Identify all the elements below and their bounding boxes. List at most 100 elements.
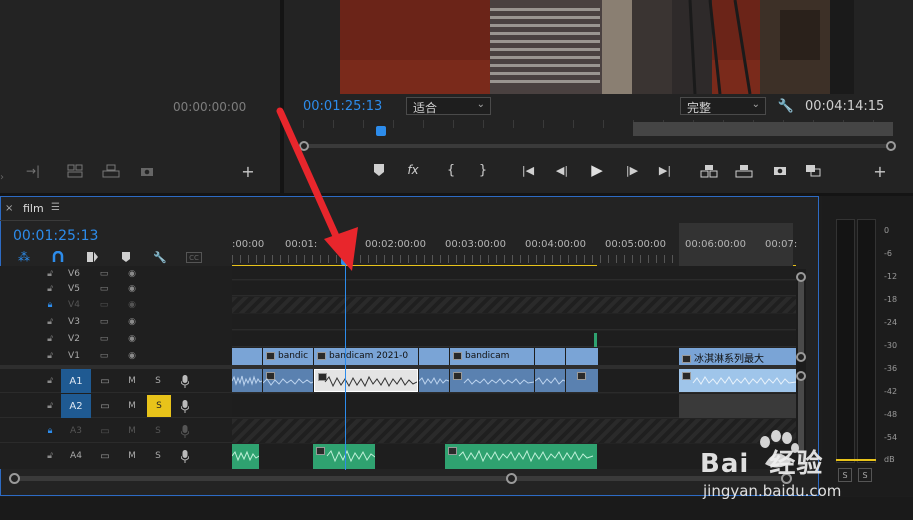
- marker-icon[interactable]: [372, 163, 386, 177]
- lock-icon[interactable]: 🔓︎: [44, 266, 56, 282]
- overwrite-icon[interactable]: [100, 162, 122, 180]
- nest-sequence-icon[interactable]: ⁂: [17, 250, 31, 264]
- scroll-handle-circle[interactable]: [796, 272, 806, 282]
- playhead-line[interactable]: [345, 256, 346, 470]
- lock-icon[interactable]: 🔓︎: [44, 331, 56, 347]
- solo-button[interactable]: S: [150, 374, 166, 388]
- video-lane-v2[interactable]: [232, 331, 796, 347]
- audio-clip[interactable]: [679, 369, 796, 392]
- toggle-sync-icon[interactable]: ▭: [96, 281, 112, 297]
- solo-button-active[interactable]: S: [147, 395, 171, 417]
- solo-button[interactable]: S: [150, 424, 166, 438]
- toggle-sync-icon[interactable]: ▭: [97, 424, 113, 438]
- program-mini-ruler[interactable]: [303, 120, 893, 138]
- audio-clip[interactable]: [419, 369, 449, 392]
- sequence-tab-name[interactable]: film: [23, 202, 44, 215]
- snap-magnet-icon[interactable]: [51, 250, 65, 264]
- video-clip[interactable]: 冰淇淋系列最大: [679, 348, 796, 365]
- eye-icon[interactable]: ◉: [124, 297, 140, 313]
- video-lane-v4-locked[interactable]: [232, 297, 796, 313]
- comparison-view-icon[interactable]: [803, 162, 823, 178]
- lock-icon[interactable]: 🔒︎: [44, 297, 56, 313]
- toggle-sync-icon[interactable]: ▭: [96, 331, 112, 347]
- video-clip[interactable]: [419, 348, 449, 365]
- toggle-sync-icon[interactable]: ▭: [96, 266, 112, 282]
- mini-playhead-icon[interactable]: [376, 126, 386, 136]
- video-lane-v1[interactable]: bandic bandicam 2021-0 bandicam 冰淇淋系列最大: [232, 348, 796, 365]
- insert-clip-icon[interactable]: [64, 162, 86, 180]
- scroll-handle-circle[interactable]: [796, 371, 806, 381]
- play-icon[interactable]: ▶: [588, 161, 606, 179]
- meter-solo-button[interactable]: S: [858, 468, 872, 482]
- lock-icon[interactable]: 🔓︎: [44, 374, 56, 388]
- add-button-icon[interactable]: +: [240, 162, 256, 181]
- video-clip[interactable]: [232, 348, 262, 365]
- audio-clip[interactable]: [232, 444, 259, 469]
- captions-icon[interactable]: CC: [186, 252, 202, 263]
- toggle-sync-icon[interactable]: ▭: [97, 449, 113, 463]
- audio-clip[interactable]: [450, 369, 534, 392]
- linked-selection-icon[interactable]: [85, 250, 99, 264]
- toggle-sync-icon[interactable]: ▭: [97, 374, 113, 388]
- video-clip[interactable]: bandic: [263, 348, 313, 365]
- video-clip[interactable]: bandicam 2021-0: [314, 348, 418, 365]
- solo-button[interactable]: S: [150, 449, 166, 463]
- audio-clip[interactable]: [566, 369, 598, 392]
- scroll-handle-circle[interactable]: [796, 352, 806, 362]
- mute-button[interactable]: M: [124, 399, 140, 413]
- toggle-sync-icon[interactable]: ▭: [96, 348, 112, 364]
- lock-icon[interactable]: 🔓︎: [44, 399, 56, 413]
- step-forward-icon[interactable]: |▶: [623, 162, 641, 178]
- timeline-settings-wrench-icon[interactable]: 🔧: [153, 250, 167, 264]
- timeline-timecode[interactable]: 00:01:25:13: [13, 228, 98, 244]
- source-patch-a2[interactable]: A2: [61, 394, 91, 418]
- toggle-sync-icon[interactable]: ▭: [96, 297, 112, 313]
- video-lane-v3[interactable]: [232, 314, 796, 330]
- mute-button[interactable]: M: [124, 424, 140, 438]
- camera-icon[interactable]: [138, 163, 156, 179]
- eye-icon[interactable]: ◉: [124, 281, 140, 297]
- audio-clip[interactable]: [445, 444, 597, 469]
- video-clip[interactable]: [566, 348, 598, 365]
- microphone-icon[interactable]: [178, 423, 192, 439]
- microphone-icon[interactable]: [178, 448, 192, 464]
- lock-icon[interactable]: 🔒︎: [44, 424, 56, 438]
- eye-icon[interactable]: ◉: [124, 266, 140, 282]
- eye-icon[interactable]: ◉: [124, 331, 140, 347]
- eye-icon[interactable]: ◉: [124, 314, 140, 330]
- mute-button[interactable]: M: [124, 449, 140, 463]
- lock-icon[interactable]: 🔓︎: [44, 314, 56, 330]
- lock-icon[interactable]: 🔓︎: [44, 449, 56, 463]
- lock-icon[interactable]: 🔓︎: [44, 348, 56, 364]
- extract-icon[interactable]: [733, 162, 755, 180]
- audio-lane-a2[interactable]: [232, 394, 796, 418]
- microphone-icon[interactable]: [178, 373, 192, 389]
- lift-icon[interactable]: [698, 162, 720, 180]
- program-zoom-bar[interactable]: [303, 144, 893, 148]
- toggle-sync-icon[interactable]: ▭: [96, 314, 112, 330]
- video-lane-v5[interactable]: [232, 281, 796, 296]
- audio-clip[interactable]: [263, 369, 313, 392]
- source-timecode[interactable]: 00:00:00:00: [173, 100, 246, 114]
- go-to-in-icon[interactable]: |◀: [519, 162, 537, 178]
- mark-out-icon[interactable]: }: [476, 162, 490, 178]
- zoom-handle-left[interactable]: [9, 473, 20, 484]
- audio-clip[interactable]: [313, 444, 375, 469]
- mute-button[interactable]: M: [124, 374, 140, 388]
- video-clip[interactable]: [535, 348, 565, 365]
- zoom-handle-right[interactable]: [886, 141, 896, 151]
- wrench-icon[interactable]: 🔧: [778, 98, 794, 114]
- audio-lane-a3-locked[interactable]: [232, 419, 796, 443]
- scroll-thumb[interactable]: [798, 279, 804, 359]
- microphone-icon[interactable]: [178, 398, 192, 414]
- toggle-sync-icon[interactable]: ▭: [97, 399, 113, 413]
- add-button-icon[interactable]: +: [872, 162, 888, 181]
- zoom-handle-middle[interactable]: [506, 473, 517, 484]
- lock-icon[interactable]: 🔓︎: [44, 281, 56, 297]
- v2-clip-edge[interactable]: [594, 333, 597, 347]
- work-area-bar[interactable]: [633, 122, 893, 136]
- step-back-icon[interactable]: ◀|: [553, 162, 571, 178]
- mark-in-icon[interactable]: {: [444, 162, 458, 178]
- audio-clip[interactable]: [535, 369, 565, 392]
- meter-solo-button[interactable]: S: [838, 468, 852, 482]
